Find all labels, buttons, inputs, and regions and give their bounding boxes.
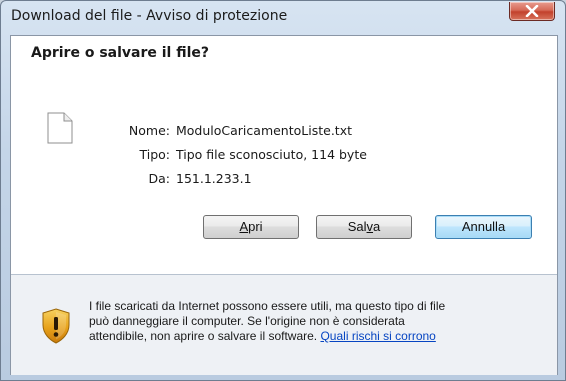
risks-link[interactable]: Quali rischi si corrono [320,329,435,343]
field-label-type: Tipo: [139,147,170,162]
security-warning-panel: I file scaricati da Internet possono ess… [11,274,557,375]
field-label-name: Nome: [128,123,170,138]
close-icon [525,5,539,17]
close-button[interactable] [509,2,555,21]
download-dialog-window: Download del file - Avviso di protezione… [0,0,566,381]
field-value-type: Tipo file sconosciuto, 114 byte [176,147,367,162]
title-bar[interactable]: Download del file - Avviso di protezione [1,1,565,33]
dialog-content: Aprire o salvare il file? Nome: ModuloCa… [10,35,558,375]
cancel-button[interactable]: Annulla [435,215,532,239]
security-warning-text: I file scaricati da Internet possono ess… [89,299,539,344]
open-button[interactable]: Apri [203,215,299,239]
field-value-name: ModuloCaricamentoListe.txt [176,123,352,138]
warning-line-1: I file scaricati da Internet possono ess… [89,299,446,313]
warning-line-2: può danneggiare il computer. Se l'origin… [89,314,405,328]
warning-line-3: attendibile, non aprire o salvare il sof… [89,329,318,343]
window-title: Download del file - Avviso di protezione [11,8,288,24]
field-value-from: 151.1.233.1 [176,171,252,186]
field-label-from: Da: [148,171,171,186]
save-button[interactable]: Salva [316,215,412,239]
security-warning-shield-icon [42,308,70,344]
dialog-heading: Aprire o salvare il file? [31,45,210,61]
